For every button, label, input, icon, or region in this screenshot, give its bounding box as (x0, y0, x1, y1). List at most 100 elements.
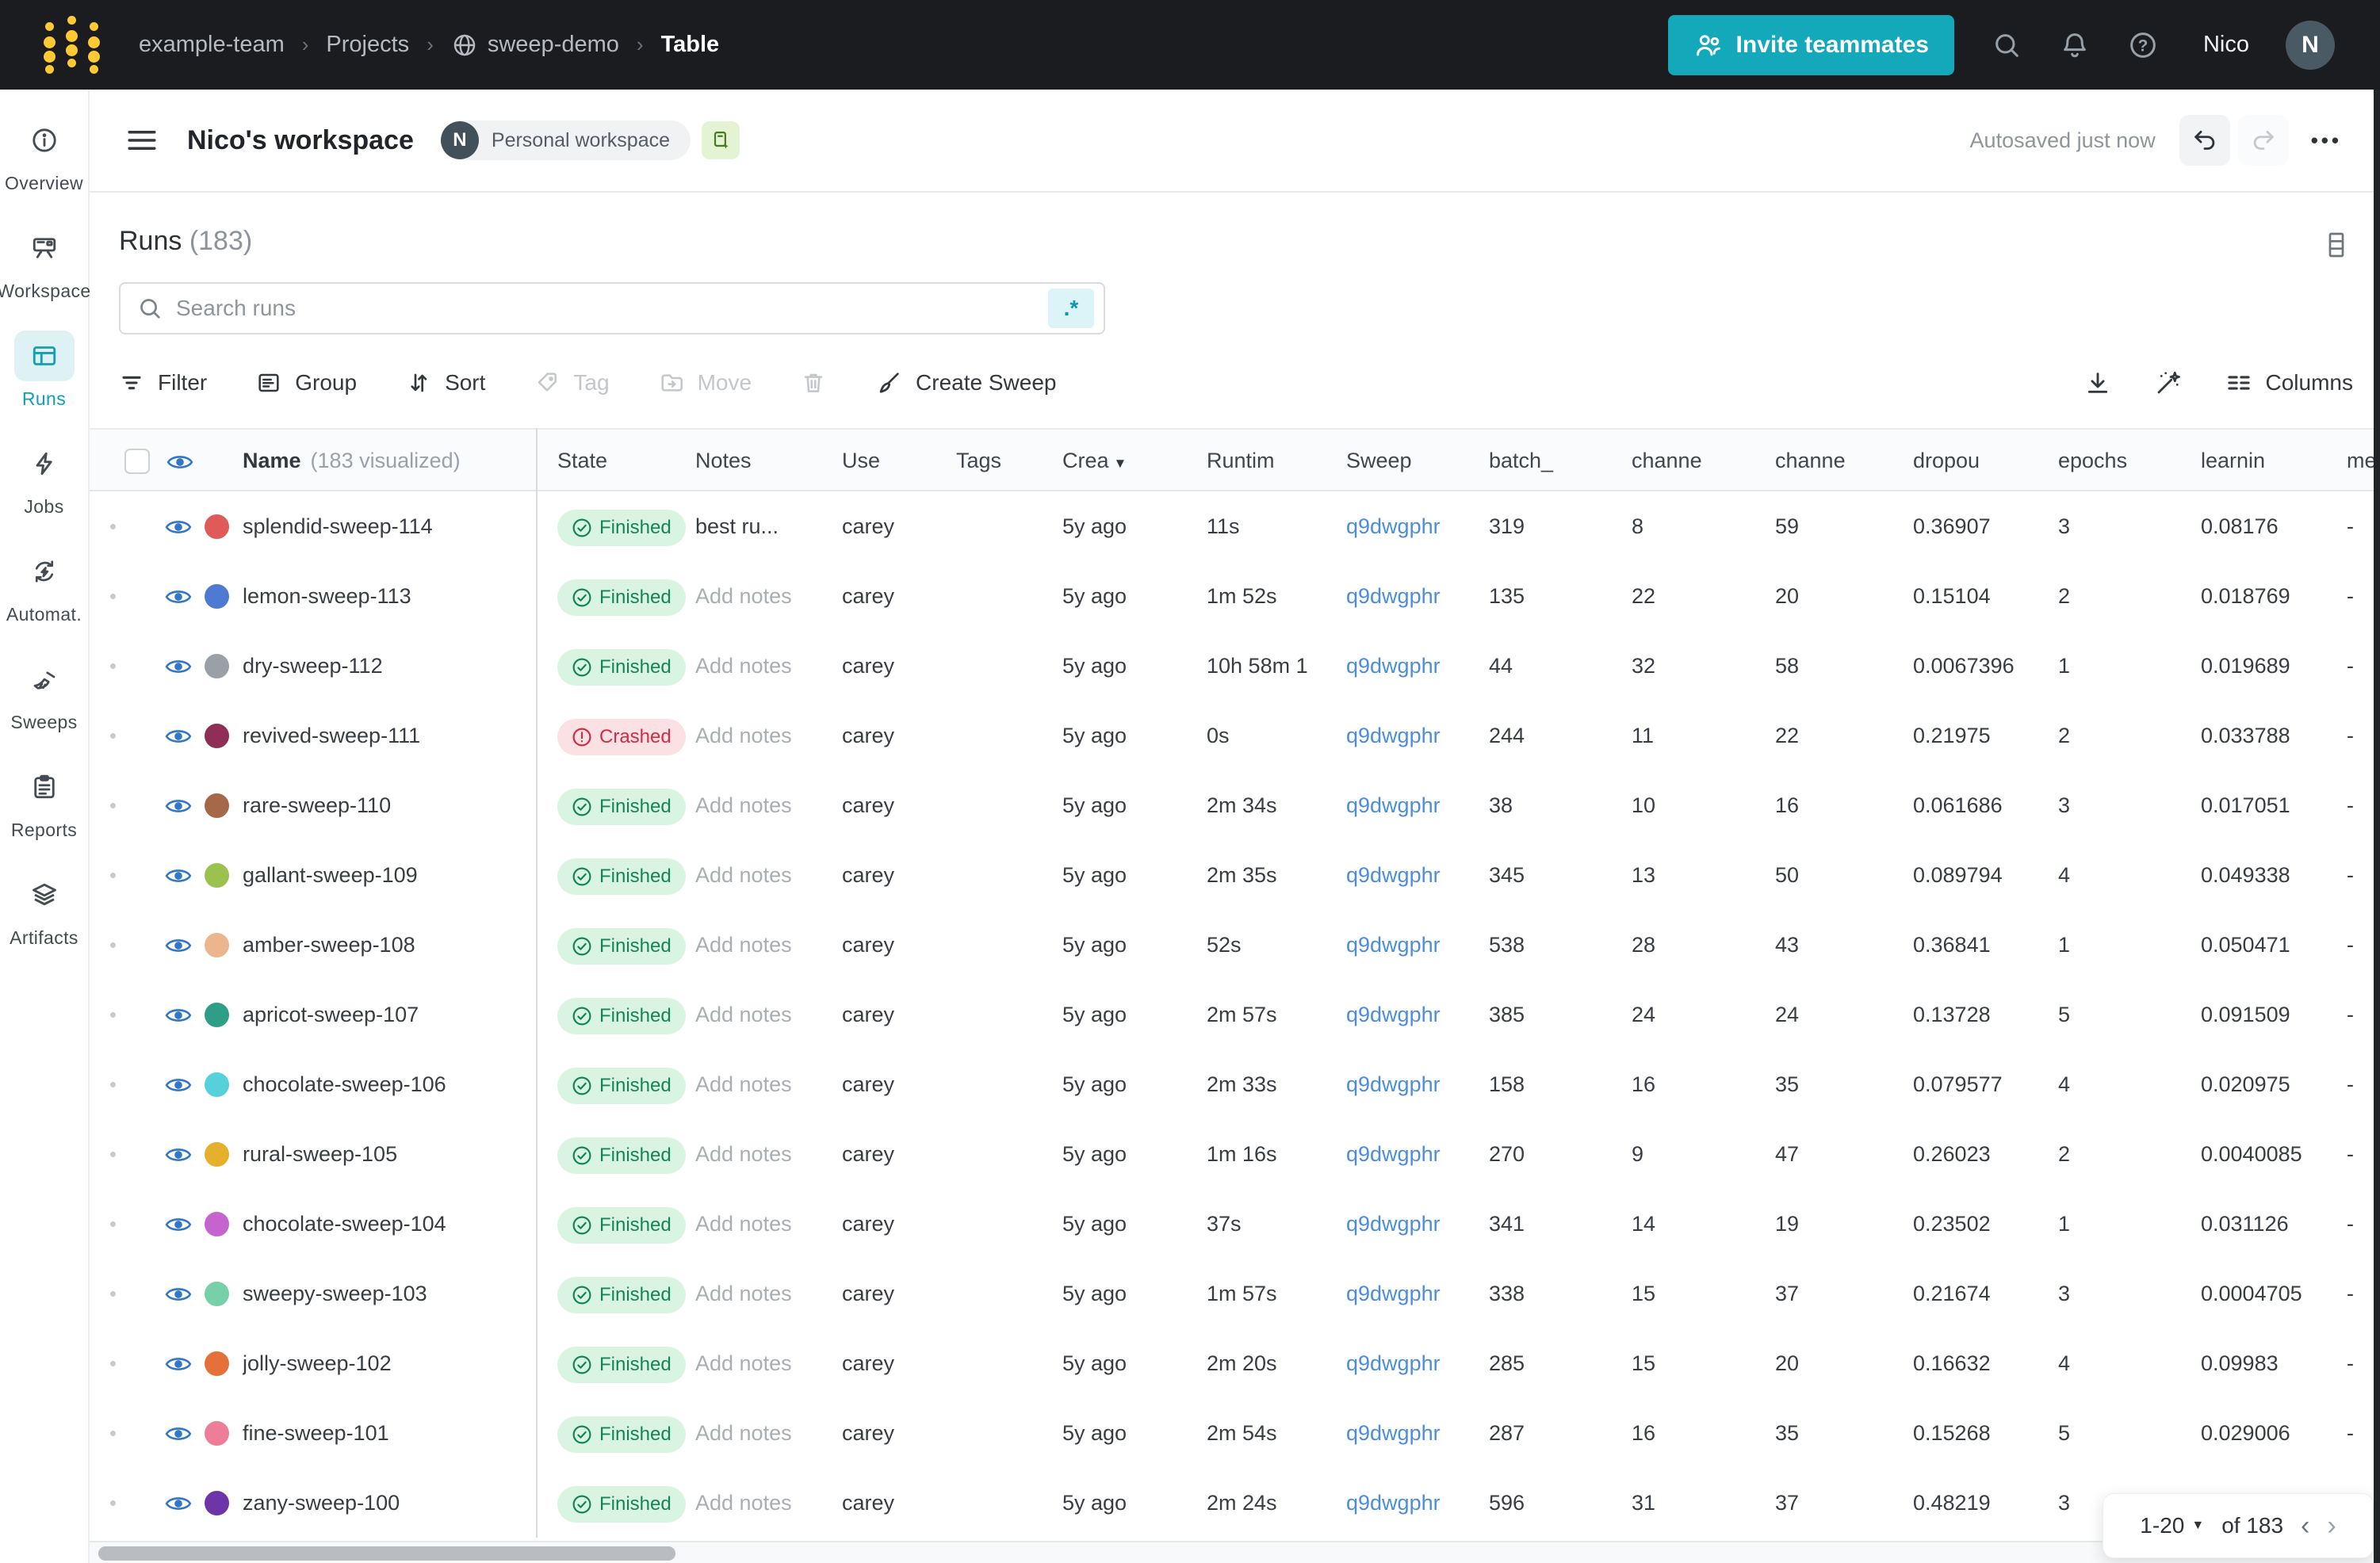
column-header-metric[interactable]: me (2347, 430, 2374, 493)
table-row[interactable]: chocolate-sweep-106 Finished Add notes care… (90, 1049, 2374, 1119)
notes-cell[interactable]: Add notes (695, 1398, 834, 1468)
column-header-notes[interactable]: Notes (695, 430, 834, 493)
visibility-eye-icon[interactable] (165, 797, 192, 816)
visibility-eye-icon[interactable] (165, 657, 192, 676)
sidebar-item-reports[interactable]: Reports (0, 762, 89, 841)
help-icon[interactable]: ? (2127, 29, 2159, 61)
undo-button[interactable] (2179, 115, 2230, 166)
notes-cell[interactable]: Add notes (695, 1259, 834, 1328)
run-name[interactable]: chocolate-sweep-106 (243, 1049, 528, 1119)
notes-cell[interactable]: Add notes (695, 770, 834, 840)
invite-teammates-button[interactable]: Invite teammates (1667, 14, 1954, 75)
wandb-logo[interactable] (44, 14, 101, 76)
table-row[interactable]: rural-sweep-105 Finished Add notes carey 5y … (90, 1119, 2374, 1189)
next-page-icon[interactable]: › (2327, 1512, 2336, 1539)
sweep-link[interactable]: q9dwgphr (1346, 514, 1441, 538)
sidebar-item-runs[interactable]: Runs (0, 331, 89, 410)
column-header-dropout[interactable]: dropou (1913, 430, 2052, 493)
visibility-eye-icon[interactable] (165, 1285, 192, 1304)
visibility-eye-icon[interactable] (165, 518, 192, 537)
sweep-link[interactable]: q9dwgphr (1346, 1003, 1441, 1026)
notes-cell[interactable]: Add notes (695, 701, 834, 770)
table-row[interactable]: sweepy-sweep-103 Finished Add notes carey 5y… (90, 1259, 2374, 1328)
sweep-link[interactable]: q9dwgphr (1346, 1421, 1441, 1445)
table-row[interactable]: lemon-sweep-113 Finished Add notes carey 5y … (90, 561, 2374, 631)
run-name[interactable]: splendid-sweep-114 (243, 491, 528, 561)
drag-handle[interactable] (110, 1012, 116, 1018)
sweep-link[interactable]: q9dwgphr (1346, 1142, 1441, 1166)
drag-handle[interactable] (110, 1221, 116, 1227)
run-name[interactable]: rare-sweep-110 (243, 770, 528, 840)
page-range-dropdown[interactable]: 1-20 ▼ (2140, 1513, 2204, 1538)
sweep-link[interactable]: q9dwgphr (1346, 584, 1441, 608)
drag-handle[interactable] (110, 524, 116, 529)
breadcrumb-projects[interactable]: Projects (326, 32, 409, 58)
tag-button[interactable]: Tag (534, 370, 610, 396)
filter-button[interactable]: Filter (119, 370, 207, 396)
sweep-link[interactable]: q9dwgphr (1346, 933, 1441, 957)
visibility-eye-icon[interactable] (166, 453, 193, 472)
run-name[interactable]: chocolate-sweep-104 (243, 1189, 528, 1259)
visibility-eye-icon[interactable] (165, 1355, 192, 1374)
table-row[interactable]: apricot-sweep-107 Finished Add notes carey 5… (90, 980, 2374, 1049)
drag-handle[interactable] (110, 942, 116, 948)
column-header-user[interactable]: Use (842, 430, 949, 493)
column-header-state[interactable]: State (557, 430, 692, 493)
table-row[interactable]: chocolate-sweep-104 Finished Add notes care… (90, 1189, 2374, 1259)
menu-icon[interactable] (127, 128, 159, 152)
sweep-link[interactable]: q9dwgphr (1346, 1212, 1441, 1236)
run-name[interactable]: fine-sweep-101 (243, 1398, 528, 1468)
drag-handle[interactable] (110, 1361, 116, 1366)
move-button[interactable]: Move (659, 370, 752, 396)
breadcrumb-project[interactable]: sweep-demo (451, 32, 619, 59)
column-header-batch[interactable]: batch_ (1489, 430, 1624, 493)
notes-cell[interactable]: Add notes (695, 561, 834, 631)
visibility-eye-icon[interactable] (165, 727, 192, 746)
table-row[interactable]: dry-sweep-112 Finished Add notes carey 5y ag… (90, 631, 2374, 701)
workspace-notes-icon[interactable] (702, 121, 740, 159)
overflow-menu-icon[interactable]: ••• (2311, 128, 2342, 153)
drag-handle[interactable] (110, 1500, 116, 1506)
sweep-link[interactable]: q9dwgphr (1346, 724, 1441, 747)
notes-cell[interactable]: Add notes (695, 1119, 834, 1189)
create-sweep-button[interactable]: Create Sweep (875, 369, 1056, 396)
select-all-checkbox[interactable] (124, 449, 150, 474)
run-name[interactable]: lemon-sweep-113 (243, 561, 528, 631)
table-row[interactable]: zany-sweep-100 Finished Add notes carey 5y a… (90, 1468, 2374, 1538)
sidebar-item-jobs[interactable]: Jobs (0, 438, 89, 518)
collapsed-right-panel-edge[interactable] (2374, 90, 2380, 1563)
visibility-eye-icon[interactable] (165, 587, 192, 606)
run-name[interactable]: sweepy-sweep-103 (243, 1259, 528, 1328)
sidebar-item-automations[interactable]: Automat. (0, 546, 89, 625)
notes-cell[interactable]: Add notes (695, 1049, 834, 1119)
notes-cell[interactable]: Add notes (695, 980, 834, 1049)
notes-cell[interactable]: Add notes (695, 1468, 834, 1538)
drag-handle[interactable] (110, 1291, 116, 1297)
sidebar-item-workspace[interactable]: Workspace (0, 223, 90, 302)
workspace-title[interactable]: Nico's workspace (187, 125, 414, 156)
column-header-sweep[interactable]: Sweep (1346, 430, 1481, 493)
run-name[interactable]: amber-sweep-108 (243, 910, 528, 980)
table-row[interactable]: gallant-sweep-109 Finished Add notes carey 5… (90, 840, 2374, 910)
drag-handle[interactable] (110, 594, 116, 599)
notes-cell[interactable]: Add notes (695, 840, 834, 910)
sidebar-item-overview[interactable]: Overview (0, 115, 89, 194)
run-name[interactable]: apricot-sweep-107 (243, 980, 528, 1049)
avatar[interactable]: N (2286, 20, 2335, 70)
visibility-eye-icon[interactable] (165, 1145, 192, 1164)
column-header-ch2[interactable]: channe (1775, 430, 1906, 493)
sidebar-item-sweeps[interactable]: Sweeps (0, 654, 89, 733)
table-row[interactable]: jolly-sweep-102 Finished Add notes carey 5y … (90, 1328, 2374, 1398)
panel-layout-icon[interactable] (2324, 231, 2349, 259)
drag-handle[interactable] (110, 803, 116, 808)
breadcrumb-team[interactable]: example-team (139, 32, 285, 58)
run-name[interactable]: zany-sweep-100 (243, 1468, 528, 1538)
table-row[interactable]: splendid-sweep-114 Finished best ru... care… (90, 491, 2374, 561)
table-row[interactable]: revived-sweep-111 Crashed Add notes carey 5y… (90, 701, 2374, 770)
scrollbar-thumb[interactable] (98, 1546, 675, 1561)
column-header-tags[interactable]: Tags (956, 430, 1051, 493)
drag-handle[interactable] (110, 733, 116, 739)
table-row[interactable]: fine-sweep-101 Finished Add notes carey 5y a… (90, 1398, 2374, 1468)
columns-button[interactable]: Columns (2225, 369, 2353, 396)
group-button[interactable]: Group (256, 370, 357, 396)
